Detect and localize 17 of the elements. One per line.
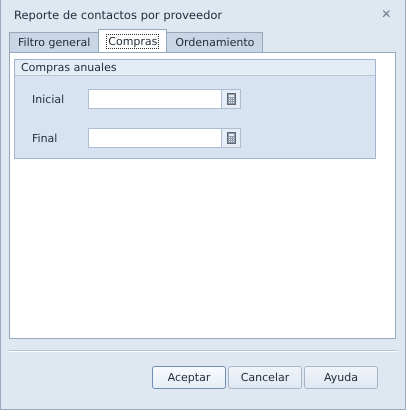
tab[interactable]: Filtro general [9,32,100,52]
dialog-button[interactable]: Aceptar [152,366,226,389]
calculator-button[interactable] [221,90,240,108]
field-label: Final [32,132,58,144]
tab[interactable]: Compras [98,29,168,52]
dialog-button[interactable]: Cancelar [228,366,302,389]
input-field[interactable] [88,89,241,109]
close-button[interactable]: × [378,7,395,23]
calculator-icon [226,132,236,144]
dialog-button[interactable]: Ayuda [304,366,378,389]
field-label: Inicial [32,92,66,106]
group-title: Compras anuales [15,60,375,76]
input-field[interactable] [88,128,241,148]
tab[interactable]: Ordenamiento [166,32,264,52]
calculator-icon [226,93,236,105]
calculator-button[interactable] [221,129,240,147]
window-title: Reporte de contactos por proveedor [14,8,224,22]
